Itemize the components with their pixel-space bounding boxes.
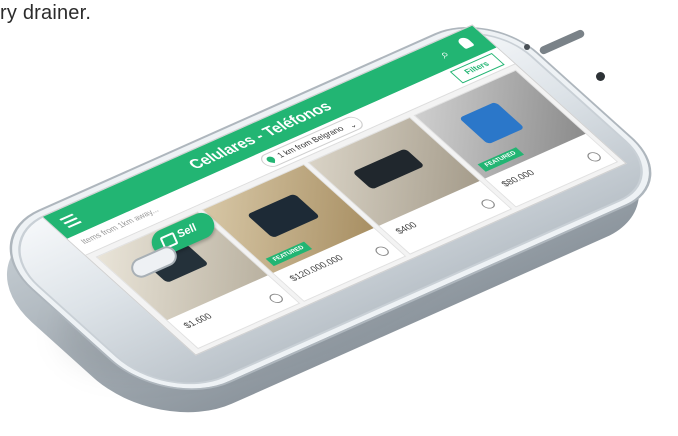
listing-price: $80.000 [498, 167, 537, 189]
front-camera [596, 72, 605, 81]
menu-icon[interactable] [59, 213, 82, 229]
chevron-down-icon: ⌄ [346, 120, 360, 130]
sell-label: Sell [175, 221, 199, 241]
listing-price: $400 [392, 220, 420, 236]
heart-icon[interactable] [372, 244, 392, 258]
heart-icon[interactable] [266, 292, 286, 305]
search-icon[interactable]: ⌕ [435, 47, 455, 62]
bell-icon[interactable] [455, 36, 475, 50]
heart-icon[interactable] [478, 197, 498, 211]
caption-text: ry drainer. [0, 2, 92, 24]
phone-sensor [524, 44, 530, 50]
listing-price: $1.600 [181, 311, 215, 331]
phone-speaker [538, 28, 586, 56]
pin-icon [266, 155, 276, 164]
heart-icon[interactable] [584, 150, 604, 164]
